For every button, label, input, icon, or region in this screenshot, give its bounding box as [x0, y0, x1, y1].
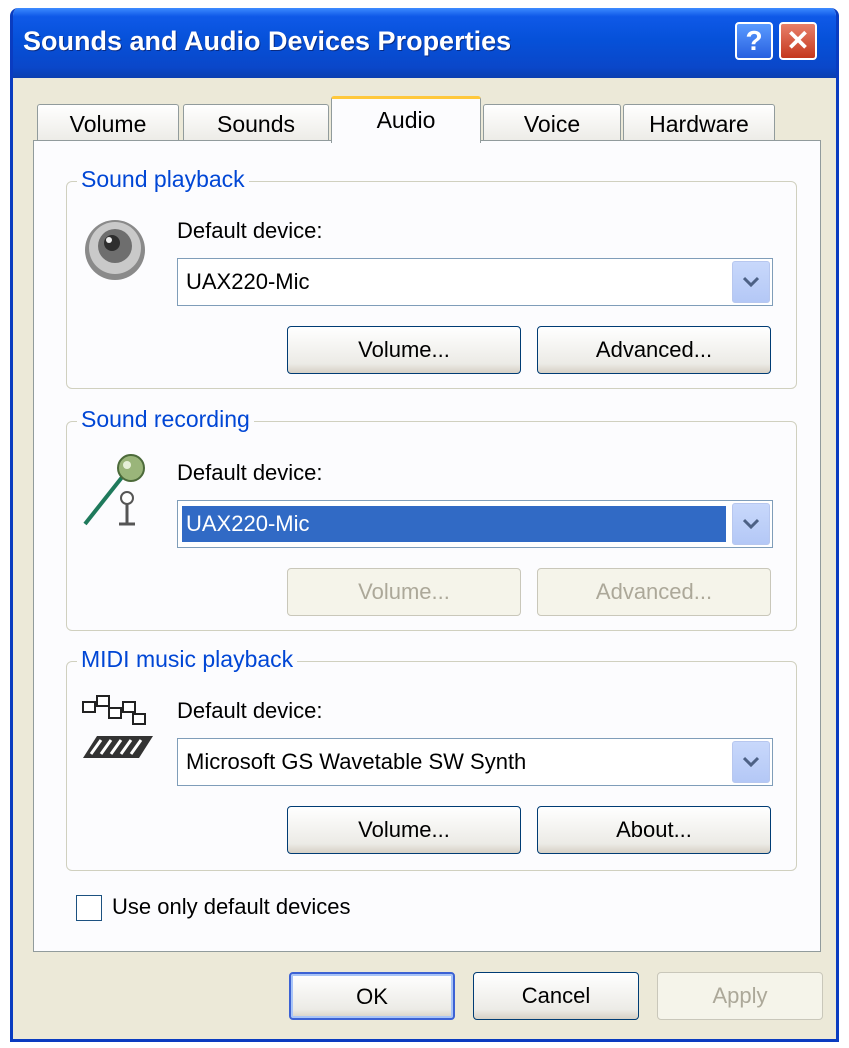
midi-playback-title: MIDI music playback	[77, 646, 298, 673]
recording-device-label: Default device:	[177, 460, 323, 485]
speaker-icon	[79, 212, 151, 289]
close-icon: ✕	[786, 25, 810, 56]
tab-voice[interactable]: Voice	[483, 104, 621, 142]
midi-device-value: Microsoft GS Wavetable SW Synth	[186, 749, 527, 774]
help-icon: ?	[745, 25, 763, 56]
sound-recording-group: Sound recording Default device: UAX220-M…	[66, 406, 797, 631]
midi-playback-group: MIDI music playback Default device: Micr…	[66, 646, 797, 871]
playback-advanced-button[interactable]: Advanced...	[537, 326, 771, 374]
midi-about-button[interactable]: About...	[537, 806, 771, 854]
tab-audio[interactable]: Audio	[331, 96, 481, 143]
midi-device-label: Default device:	[177, 698, 323, 723]
apply-button[interactable]: Apply	[657, 972, 823, 1020]
ok-button[interactable]: OK	[289, 972, 455, 1020]
playback-device-select[interactable]: UAX220-Mic	[177, 258, 773, 306]
recording-volume-button[interactable]: Volume...	[287, 568, 521, 616]
help-button[interactable]: ?	[735, 22, 773, 60]
sound-playback-group: Sound playback Default device: UAX220-Mi…	[66, 166, 797, 389]
use-default-devices-checkbox[interactable]	[76, 895, 102, 921]
midi-volume-button[interactable]: Volume...	[287, 806, 521, 854]
sound-recording-title: Sound recording	[77, 406, 254, 433]
chevron-down-icon[interactable]	[732, 503, 770, 545]
chevron-down-icon[interactable]	[732, 741, 770, 783]
dialog-window: Sounds and Audio Devices Properties ? ✕ …	[10, 8, 839, 1042]
close-button[interactable]: ✕	[779, 22, 817, 60]
tab-hardware[interactable]: Hardware	[623, 104, 775, 142]
chevron-down-icon[interactable]	[732, 261, 770, 303]
playback-device-value: UAX220-Mic	[186, 269, 310, 294]
recording-device-value: UAX220-Mic	[182, 506, 726, 542]
window-title: Sounds and Audio Devices Properties	[23, 26, 512, 56]
tab-volume[interactable]: Volume	[37, 104, 179, 142]
playback-volume-button[interactable]: Volume...	[287, 326, 521, 374]
midi-device-select[interactable]: Microsoft GS Wavetable SW Synth	[177, 738, 773, 786]
cancel-button[interactable]: Cancel	[473, 972, 639, 1020]
tab-strip: Volume Sounds Audio Voice Hardware	[33, 96, 813, 143]
use-default-devices-label[interactable]: Use only default devices	[112, 894, 350, 920]
sound-playback-title: Sound playback	[77, 166, 249, 193]
playback-device-label: Default device:	[177, 218, 323, 243]
recording-advanced-button[interactable]: Advanced...	[537, 568, 771, 616]
tab-sounds[interactable]: Sounds	[183, 104, 329, 142]
audio-tab-panel: Sound playback Default device: UAX220-Mi…	[33, 140, 821, 952]
microphone-icon	[79, 450, 151, 535]
recording-device-select[interactable]: UAX220-Mic	[177, 500, 773, 548]
midi-keyboard-icon	[79, 692, 155, 769]
title-bar[interactable]: Sounds and Audio Devices Properties ? ✕	[13, 8, 836, 78]
